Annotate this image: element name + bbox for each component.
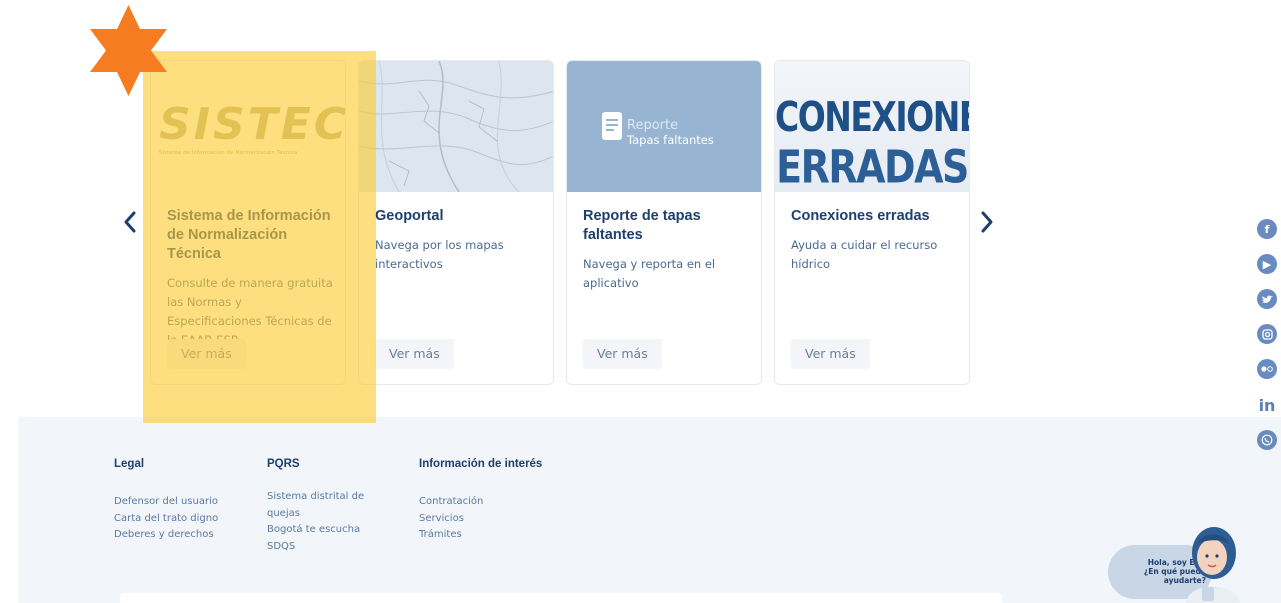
footer-link[interactable]: Carta del trato digno	[114, 511, 218, 528]
carousel-next-button[interactable]	[975, 206, 999, 238]
footer-column-title: PQRS	[267, 458, 300, 470]
card-title: Reporte de tapas faltantes	[583, 208, 701, 243]
reporte-image: Reporte Tapas faltantes	[567, 61, 761, 192]
carousel-prev-button[interactable]	[118, 206, 142, 238]
card-title: Conexiones erradas	[791, 208, 930, 224]
footer-column-legal: Legal Defensor del usuario Carta del tra…	[114, 458, 218, 544]
footer-link[interactable]: SDQS	[267, 539, 377, 556]
site-footer: Legal Defensor del usuario Carta del tra…	[18, 417, 1281, 603]
linkedin-icon[interactable]: in	[1257, 395, 1277, 415]
card-description: Ayuda a cuidar el recurso hídrico	[791, 238, 938, 271]
youtube-icon[interactable]: ▶	[1257, 254, 1277, 274]
instagram-icon[interactable]	[1257, 324, 1277, 344]
sistec-image: SISTEC Sistema de Información de Normali…	[151, 61, 345, 192]
card-sistec[interactable]: SISTEC Sistema de Información de Normali…	[150, 60, 346, 385]
flickr-icon[interactable]	[1257, 359, 1277, 379]
twitter-icon[interactable]	[1257, 289, 1277, 309]
chevron-left-icon	[124, 211, 136, 233]
conexiones-image-line2: ERRADAS	[776, 140, 969, 192]
reporte-image-title: Reporte	[627, 118, 679, 133]
ver-mas-button[interactable]: Ver más	[583, 339, 662, 369]
card-description: Navega y reporta en el aplicativo	[583, 257, 716, 290]
footer-link[interactable]: Bogotá te escucha	[267, 522, 377, 539]
star-marker-icon	[90, 5, 167, 96]
conexiones-image: CONEXIONES ERRADAS	[775, 61, 969, 192]
footer-link[interactable]: Servicios	[419, 511, 542, 528]
geoportal-map-image	[359, 61, 553, 192]
chevron-right-icon	[981, 211, 993, 233]
footer-link[interactable]: Defensor del usuario	[114, 494, 218, 511]
footer-column-title: Información de interés	[419, 458, 543, 470]
services-carousel: SISTEC Sistema de Información de Normali…	[0, 0, 1281, 400]
footer-link[interactable]: Trámites	[419, 527, 542, 544]
card-geoportal[interactable]: Geoportal Navega por los mapas interacti…	[358, 60, 554, 385]
footer-link[interactable]: Sistema distrital de quejas	[267, 489, 377, 522]
card-conexiones-erradas[interactable]: CONEXIONES ERRADAS Conexiones erradas Ay…	[774, 60, 970, 385]
reporte-image-subtitle: Tapas faltantes	[627, 133, 714, 147]
ver-mas-button[interactable]: Ver más	[375, 339, 454, 369]
footer-column-pqrs: PQRS Sistema distrital de quejas Bogotá …	[267, 458, 377, 555]
ver-mas-button[interactable]: Ver más	[791, 339, 870, 369]
conexiones-image-line1: CONEXIONES	[775, 92, 969, 141]
card-title: Sistema de Información de Normalización …	[167, 208, 331, 262]
card-title: Geoportal	[375, 208, 444, 224]
facebook-icon[interactable]: f	[1257, 219, 1277, 239]
sistec-logo: SISTEC	[159, 99, 345, 150]
ver-mas-button[interactable]: Ver más	[167, 339, 246, 369]
footer-bottom-bar	[120, 593, 1002, 603]
document-icon	[602, 112, 622, 140]
footer-column-title: Legal	[114, 458, 145, 470]
card-reporte-tapas[interactable]: Reporte Tapas faltantes Reporte de tapas…	[566, 60, 762, 385]
footer-link[interactable]: Deberes y derechos	[114, 527, 218, 544]
whatsapp-icon[interactable]	[1257, 430, 1277, 450]
footer-column-informacion: Información de interés Contratación Serv…	[419, 458, 542, 544]
card-description: Navega por los mapas interactivos	[375, 238, 504, 271]
sistec-logo-subtitle: Sistema de Información de Normalización …	[159, 150, 298, 156]
footer-link[interactable]: Contratación	[419, 494, 542, 511]
chatbot-avatar[interactable]	[1174, 523, 1248, 603]
